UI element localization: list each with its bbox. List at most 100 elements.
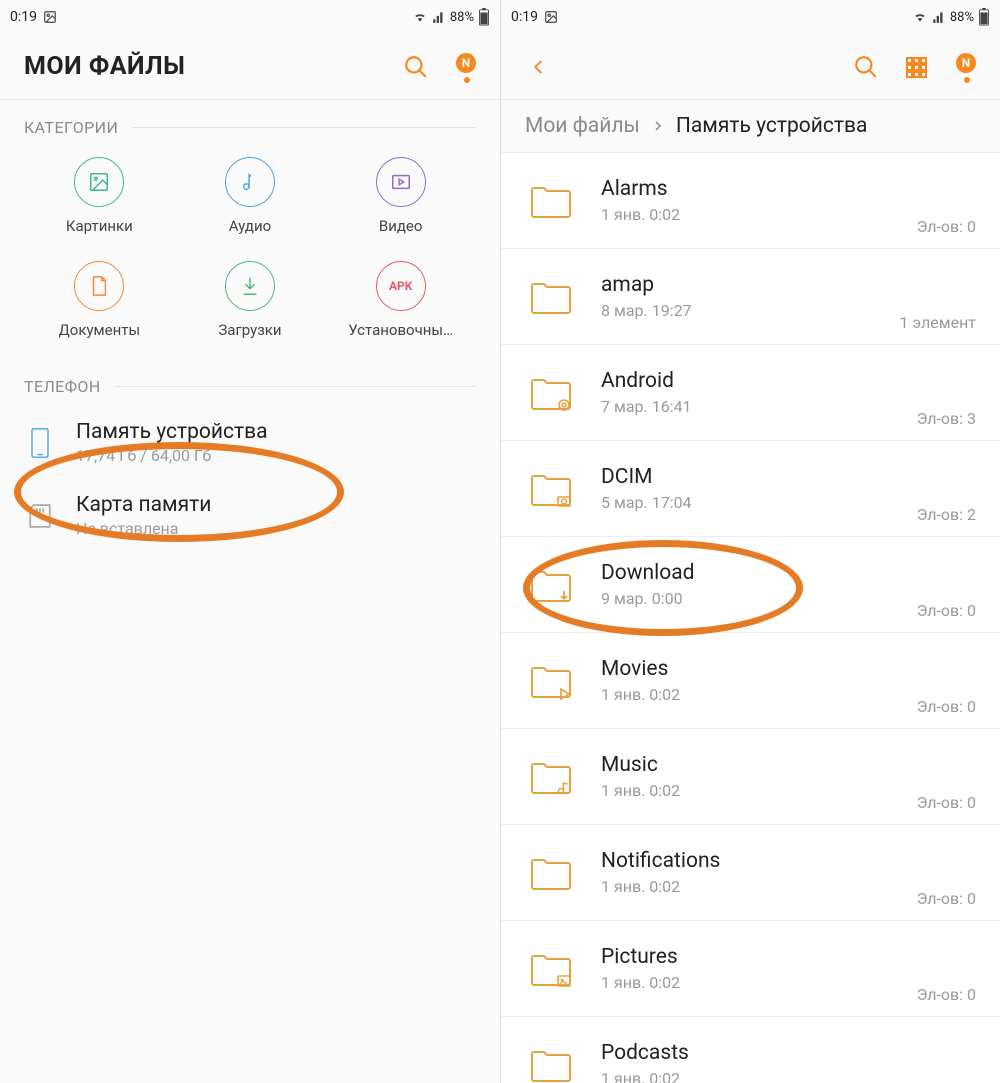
category-label: Установочны…: [348, 321, 453, 339]
folder-name: Download: [601, 561, 917, 585]
folder-icon: [525, 847, 577, 899]
folder-name: Alarms: [601, 177, 917, 201]
folder-date: 1 янв. 0:02: [601, 685, 917, 704]
folder-date: 1 янв. 0:02: [601, 973, 917, 992]
folder-row[interactable]: Notifications1 янв. 0:02Эл-ов: 0: [501, 825, 1000, 921]
folder-row[interactable]: Podcasts1 янв. 0:02Эл-ов: 0: [501, 1017, 1000, 1083]
badge-letter: N: [956, 53, 976, 73]
category-label: Видео: [379, 217, 423, 235]
category-label: Картинки: [66, 217, 133, 235]
status-battery-pct: 88%: [950, 10, 974, 25]
download-icon: [239, 275, 261, 297]
image-icon: [88, 171, 110, 193]
section-categories-label: КАТЕГОРИИ: [24, 118, 118, 137]
section-categories-header: КАТЕГОРИИ: [0, 100, 500, 147]
grid-icon: [904, 55, 928, 79]
category-apk[interactable]: APK Установочны…: [325, 261, 476, 339]
section-phone-header: ТЕЛЕФОН: [0, 359, 500, 406]
folder-name: Pictures: [601, 945, 917, 969]
folder-icon: [525, 559, 577, 611]
status-bar: 0:19 88%: [0, 0, 500, 34]
wifi-icon: [912, 10, 928, 24]
folder-icon: [525, 751, 577, 803]
screen-right: 0:19 88% N Мои файлы: [500, 0, 1000, 1083]
folder-count: Эл-ов: 0: [917, 697, 976, 716]
folder-count: 1 элемент: [900, 313, 976, 332]
folder-date: 5 мар. 17:04: [601, 493, 917, 512]
breadcrumb-current: Память устройства: [676, 114, 868, 138]
folder-row[interactable]: Android 7 мар. 16:41Эл-ов: 3: [501, 345, 1000, 441]
folder-row[interactable]: Movies 1 янв. 0:02Эл-ов: 0: [501, 633, 1000, 729]
folder-name: Android: [601, 369, 917, 393]
folder-date: 1 янв. 0:02: [601, 877, 917, 896]
folder-date: 7 мар. 16:41: [601, 397, 917, 416]
folder-icon: [525, 175, 577, 227]
folder-row[interactable]: Music 1 янв. 0:02Эл-ов: 0: [501, 729, 1000, 825]
sd-card-icon: [24, 503, 56, 529]
search-button[interactable]: [402, 53, 430, 81]
folder-date: 1 янв. 0:02: [601, 1069, 917, 1083]
folder-count: Эл-ов: 3: [917, 409, 976, 428]
folder-row[interactable]: Pictures 1 янв. 0:02Эл-ов: 0: [501, 921, 1000, 1017]
categories-grid: Картинки Аудио Видео Документы Загрузки: [0, 147, 500, 359]
folder-count: Эл-ов: 2: [917, 505, 976, 524]
folder-icon: [525, 655, 577, 707]
category-video[interactable]: Видео: [325, 157, 476, 235]
app-bar: МОИ ФАЙЛЫ N: [0, 34, 500, 100]
folder-name: Podcasts: [601, 1041, 917, 1065]
folder-list: Alarms1 янв. 0:02Эл-ов: 0amap8 мар. 19:2…: [501, 153, 1000, 1083]
badge-letter: N: [456, 53, 476, 73]
notification-badge[interactable]: N: [952, 55, 976, 79]
section-phone-label: ТЕЛЕФОН: [24, 377, 101, 396]
wifi-icon: [412, 10, 428, 24]
folder-date: 9 мар. 0:00: [601, 589, 917, 608]
folder-date: 8 мар. 19:27: [601, 301, 900, 320]
category-label: Документы: [59, 321, 141, 339]
storage-sd-card[interactable]: Карта памяти Не вставлена: [0, 479, 500, 552]
folder-icon: [525, 367, 577, 419]
category-documents[interactable]: Документы: [24, 261, 175, 339]
folder-name: DCIM: [601, 465, 917, 489]
screenshot-icon: [544, 10, 558, 24]
folder-row[interactable]: Download 9 мар. 0:00Эл-ов: 0: [501, 537, 1000, 633]
folder-name: Music: [601, 753, 917, 777]
storage-sub: 17,74 Гб / 64,00 Гб: [76, 446, 268, 465]
screen-left: 0:19 88% МОИ ФАЙЛЫ N КАТЕГОРИИ: [0, 0, 500, 1083]
folder-icon: [525, 271, 577, 323]
category-audio[interactable]: Аудио: [175, 157, 326, 235]
storage-sub: Не вставлена: [76, 519, 211, 538]
music-icon: [239, 171, 261, 193]
storage-title: Память устройства: [76, 420, 268, 444]
folder-count: Эл-ов: 0: [917, 793, 976, 812]
folder-name: Notifications: [601, 849, 917, 873]
folder-name: amap: [601, 273, 900, 297]
folder-row[interactable]: DCIM 5 мар. 17:04Эл-ов: 2: [501, 441, 1000, 537]
storage-device-memory[interactable]: Память устройства 17,74 Гб / 64,00 Гб: [0, 406, 500, 479]
back-button[interactable]: [525, 53, 553, 81]
folder-row[interactable]: Alarms 1 янв. 0:02Эл-ов: 0: [501, 153, 1000, 249]
storage-title: Карта памяти: [76, 493, 211, 517]
folder-row[interactable]: amap 8 мар. 19:271 элемент: [501, 249, 1000, 345]
breadcrumb-root[interactable]: Мои файлы: [525, 114, 640, 138]
phone-icon: [24, 427, 56, 459]
folder-date: 1 янв. 0:02: [601, 205, 917, 224]
notification-badge[interactable]: N: [452, 55, 476, 79]
app-bar: N: [501, 34, 1000, 100]
breadcrumb: Мои файлы Память устройства: [501, 100, 1000, 153]
folder-icon: [525, 463, 577, 515]
app-title: МОИ ФАЙЛЫ: [24, 52, 185, 81]
signal-icon: [932, 10, 946, 24]
folder-count: Эл-ов: 0: [917, 601, 976, 620]
battery-icon: [478, 8, 490, 26]
category-images[interactable]: Картинки: [24, 157, 175, 235]
folder-count: Эл-ов: 0: [917, 985, 976, 1004]
folder-name: Movies: [601, 657, 917, 681]
search-button[interactable]: [852, 53, 880, 81]
folder-date: 1 янв. 0:02: [601, 781, 917, 800]
view-grid-button[interactable]: [902, 53, 930, 81]
category-downloads[interactable]: Загрузки: [175, 261, 326, 339]
folder-count: Эл-ов: 0: [917, 217, 976, 236]
document-icon: [88, 275, 110, 297]
search-icon: [853, 54, 879, 80]
status-time: 0:19: [511, 9, 538, 25]
